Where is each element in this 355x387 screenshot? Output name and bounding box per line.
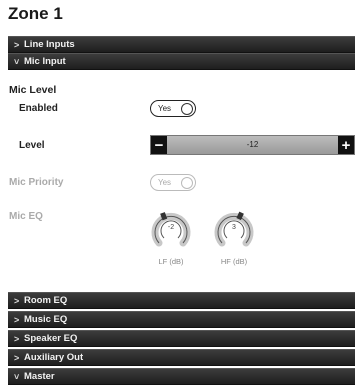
- hf-knob[interactable]: 3: [214, 207, 254, 249]
- chevron-right-icon: >: [14, 314, 20, 325]
- level-slider[interactable]: − -12 +: [150, 135, 355, 155]
- lf-value: -2: [167, 224, 175, 231]
- toggle-knob-icon: [181, 176, 193, 189]
- enabled-toggle[interactable]: Yes: [150, 100, 196, 117]
- section-label: Line Inputs: [24, 39, 75, 50]
- chevron-right-icon: >: [14, 39, 20, 50]
- toggle-value: Yes: [158, 104, 172, 113]
- chevron-down-icon: ˅: [14, 56, 20, 67]
- chevron-right-icon: >: [14, 352, 20, 363]
- section-label: Room EQ: [24, 295, 68, 306]
- lf-knob[interactable]: -2: [151, 207, 191, 249]
- section-speaker-eq[interactable]: > Speaker EQ: [8, 330, 355, 347]
- section-label: Master: [24, 371, 55, 382]
- chevron-right-icon: >: [14, 295, 20, 306]
- toggle-value: Yes: [158, 178, 172, 187]
- mic-level-heading: Mic Level: [9, 84, 57, 96]
- section-master[interactable]: ˅ Master: [8, 368, 355, 385]
- chevron-right-icon: >: [14, 333, 20, 344]
- enabled-label: Enabled: [19, 103, 58, 114]
- section-label: Auxiliary Out: [24, 352, 84, 363]
- lf-label: LF (dB): [158, 257, 184, 266]
- chevron-down-icon: ˅: [14, 371, 20, 382]
- section-label: Speaker EQ: [24, 333, 78, 344]
- mic-eq-label: Mic EQ: [9, 211, 43, 222]
- zone-title: Zone 1: [8, 4, 63, 23]
- section-music-eq[interactable]: > Music EQ: [8, 311, 355, 328]
- mic-priority-label: Mic Priority: [9, 177, 64, 188]
- toggle-knob-icon: [181, 102, 193, 115]
- level-label: Level: [19, 140, 45, 151]
- section-room-eq[interactable]: > Room EQ: [8, 292, 355, 309]
- section-label: Music EQ: [24, 314, 68, 325]
- mic-priority-toggle[interactable]: Yes: [150, 174, 196, 191]
- section-label: Mic Input: [24, 56, 66, 67]
- hf-label: HF (dB): [220, 257, 248, 266]
- section-line-inputs[interactable]: > Line Inputs: [8, 36, 355, 53]
- level-value: -12: [246, 140, 259, 149]
- hf-value: 3: [232, 224, 236, 231]
- section-mic-input[interactable]: ˅ Mic Input: [8, 53, 355, 70]
- section-auxiliary-out[interactable]: > Auxiliary Out: [8, 349, 355, 366]
- increase-level-button[interactable]: +: [338, 136, 354, 154]
